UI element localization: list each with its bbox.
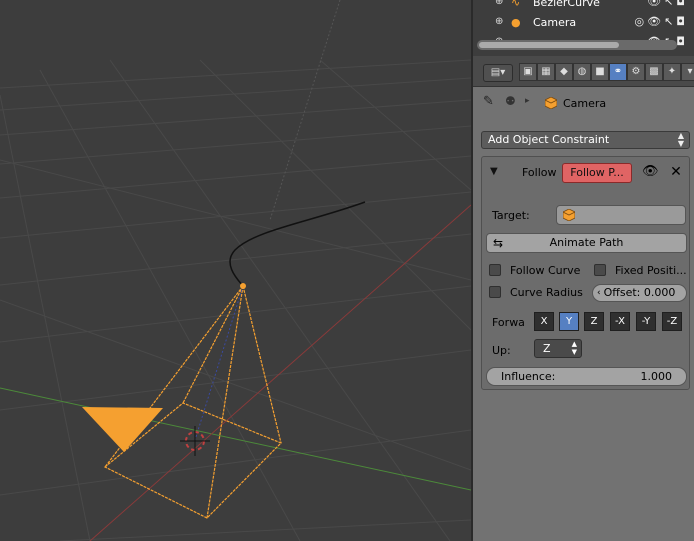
render-layers-tab-icon[interactable]: ▦ bbox=[537, 63, 555, 81]
breadcrumb-arrow-icon: ▸ bbox=[525, 96, 530, 106]
curve-icon: ∿ bbox=[511, 0, 521, 9]
visibility-icons[interactable]: ◎👁↖◘ bbox=[635, 15, 688, 28]
add-constraint-label: Add Object Constraint bbox=[488, 133, 610, 146]
editor-type-menu[interactable]: ▤▾ bbox=[483, 64, 513, 82]
up-axis-value: Z bbox=[543, 342, 551, 355]
fixed-position-checkbox[interactable] bbox=[594, 264, 606, 276]
camera-up-triangle bbox=[82, 407, 163, 452]
outliner: ⊕ ∿ BezierCurve 👁↖◘ ⊕ ● Camera ◎👁↖◘ ⊕ 👁↖… bbox=[473, 0, 694, 56]
data-tab-icon[interactable]: ✦ bbox=[663, 63, 681, 81]
up-axis-label: Up: bbox=[492, 344, 511, 357]
fixed-position-label: Fixed Positi... bbox=[615, 264, 687, 277]
properties-header: ▤▾ ▣ ▦ ◆ ◍ ■ ⚭ ⚙ ▩ ✦ ▾ bbox=[473, 56, 694, 87]
scene-tab-icon[interactable]: ◆ bbox=[555, 63, 573, 81]
add-object-constraint-dropdown[interactable]: Add Object Constraint ▲ ▼ bbox=[481, 131, 690, 149]
pin-icon[interactable]: ✎ bbox=[483, 94, 494, 109]
viewport-scene[interactable] bbox=[0, 0, 471, 541]
scrollbar-thumb[interactable] bbox=[479, 42, 619, 48]
cube-icon bbox=[545, 97, 557, 109]
camera-object bbox=[103, 285, 283, 519]
influence-label: Influence: bbox=[501, 370, 556, 383]
object-tab-icon[interactable]: ■ bbox=[591, 63, 609, 81]
properties-editor: ⊕ ∿ BezierCurve 👁↖◘ ⊕ ● Camera ◎👁↖◘ ⊕ 👁↖… bbox=[473, 0, 694, 541]
texture-tab-icon[interactable]: ▩ bbox=[645, 63, 663, 81]
decrement-arrow-icon[interactable]: ‹ bbox=[597, 285, 601, 301]
visibility-icons[interactable]: 👁↖◘ bbox=[647, 0, 688, 8]
collapse-triangle-icon[interactable]: ▼ bbox=[490, 166, 498, 177]
influence-slider[interactable]: Influence: 1.000 bbox=[486, 367, 687, 386]
forward-axis-neg-x-button[interactable]: -X bbox=[610, 312, 630, 331]
constraints-tab-icon[interactable]: ⚭ bbox=[609, 63, 627, 81]
outliner-row-beziercurve[interactable]: ⊕ ∿ BezierCurve 👁↖◘ bbox=[473, 0, 694, 12]
influence-value: 1.000 bbox=[640, 370, 673, 383]
target-field[interactable] bbox=[556, 205, 686, 225]
outliner-scrollbar[interactable] bbox=[477, 40, 677, 50]
3d-viewport[interactable] bbox=[0, 0, 471, 541]
follow-curve-label: Follow Curve bbox=[510, 264, 581, 277]
x-axis-line bbox=[0, 387, 471, 491]
link-icon: ⇆ bbox=[493, 236, 504, 250]
follow-curve-checkbox[interactable] bbox=[489, 264, 501, 276]
constraint-name-field[interactable]: Follow bbox=[522, 166, 557, 179]
object-icon bbox=[563, 209, 575, 221]
more-tabs-icon[interactable]: ▾ bbox=[681, 63, 694, 81]
forward-axis-z-button[interactable]: Z bbox=[584, 312, 604, 331]
object-origin bbox=[240, 283, 246, 289]
forward-axis-neg-z-button[interactable]: -Z bbox=[662, 312, 682, 331]
target-label: Target: bbox=[492, 209, 530, 222]
forward-axis-neg-y-button[interactable]: -Y bbox=[636, 312, 656, 331]
curve-radius-label: Curve Radius bbox=[510, 286, 583, 299]
up-axis-dropdown[interactable]: Z ▲ ▼ bbox=[534, 339, 582, 358]
camera-object-icon: ● bbox=[511, 16, 521, 29]
z-axis-line bbox=[269, 0, 341, 221]
animate-path-button[interactable]: ⇆ Animate Path bbox=[486, 233, 687, 253]
bezier-curve bbox=[229, 201, 366, 287]
offset-field[interactable]: ‹ Offset: 0.000 bbox=[592, 284, 687, 302]
constraint-type-label: Follow P... bbox=[562, 163, 632, 183]
forward-axis-x-button[interactable]: X bbox=[534, 312, 554, 331]
scene-icon: ⚉ bbox=[505, 94, 516, 108]
outliner-row-camera[interactable]: ⊕ ● Camera ◎👁↖◘ bbox=[473, 14, 694, 32]
animate-path-label: Animate Path bbox=[549, 236, 624, 249]
offset-value: Offset: 0.000 bbox=[603, 286, 676, 299]
expand-icon[interactable]: ⊕ bbox=[495, 0, 505, 8]
follow-path-constraint-panel: ▼ Follow Follow P... 👁 ✕ Target: ⇆ Anima… bbox=[481, 156, 690, 390]
breadcrumb-object-name: Camera bbox=[563, 97, 607, 110]
render-tab-icon[interactable]: ▣ bbox=[519, 63, 537, 81]
breadcrumb: ✎ ⚉ ▸ Camera bbox=[473, 94, 694, 114]
curve-radius-checkbox[interactable] bbox=[489, 286, 501, 298]
outliner-item-label: BezierCurve bbox=[533, 0, 600, 9]
forward-axis-y-button[interactable]: Y bbox=[559, 312, 579, 331]
updown-arrow-icon: ▲ ▼ bbox=[571, 340, 577, 356]
updown-arrow-icon: ▲ ▼ bbox=[677, 131, 684, 148]
forward-axis-label: Forwa bbox=[492, 316, 525, 329]
close-icon[interactable]: ✕ bbox=[667, 163, 685, 181]
eye-icon[interactable]: 👁 bbox=[642, 164, 659, 179]
3d-cursor-icon bbox=[180, 426, 210, 456]
outliner-item-label: Camera bbox=[533, 16, 577, 29]
world-tab-icon[interactable]: ◍ bbox=[573, 63, 591, 81]
modifiers-tab-icon[interactable]: ⚙ bbox=[627, 63, 645, 81]
expand-icon[interactable]: ⊕ bbox=[495, 16, 505, 28]
